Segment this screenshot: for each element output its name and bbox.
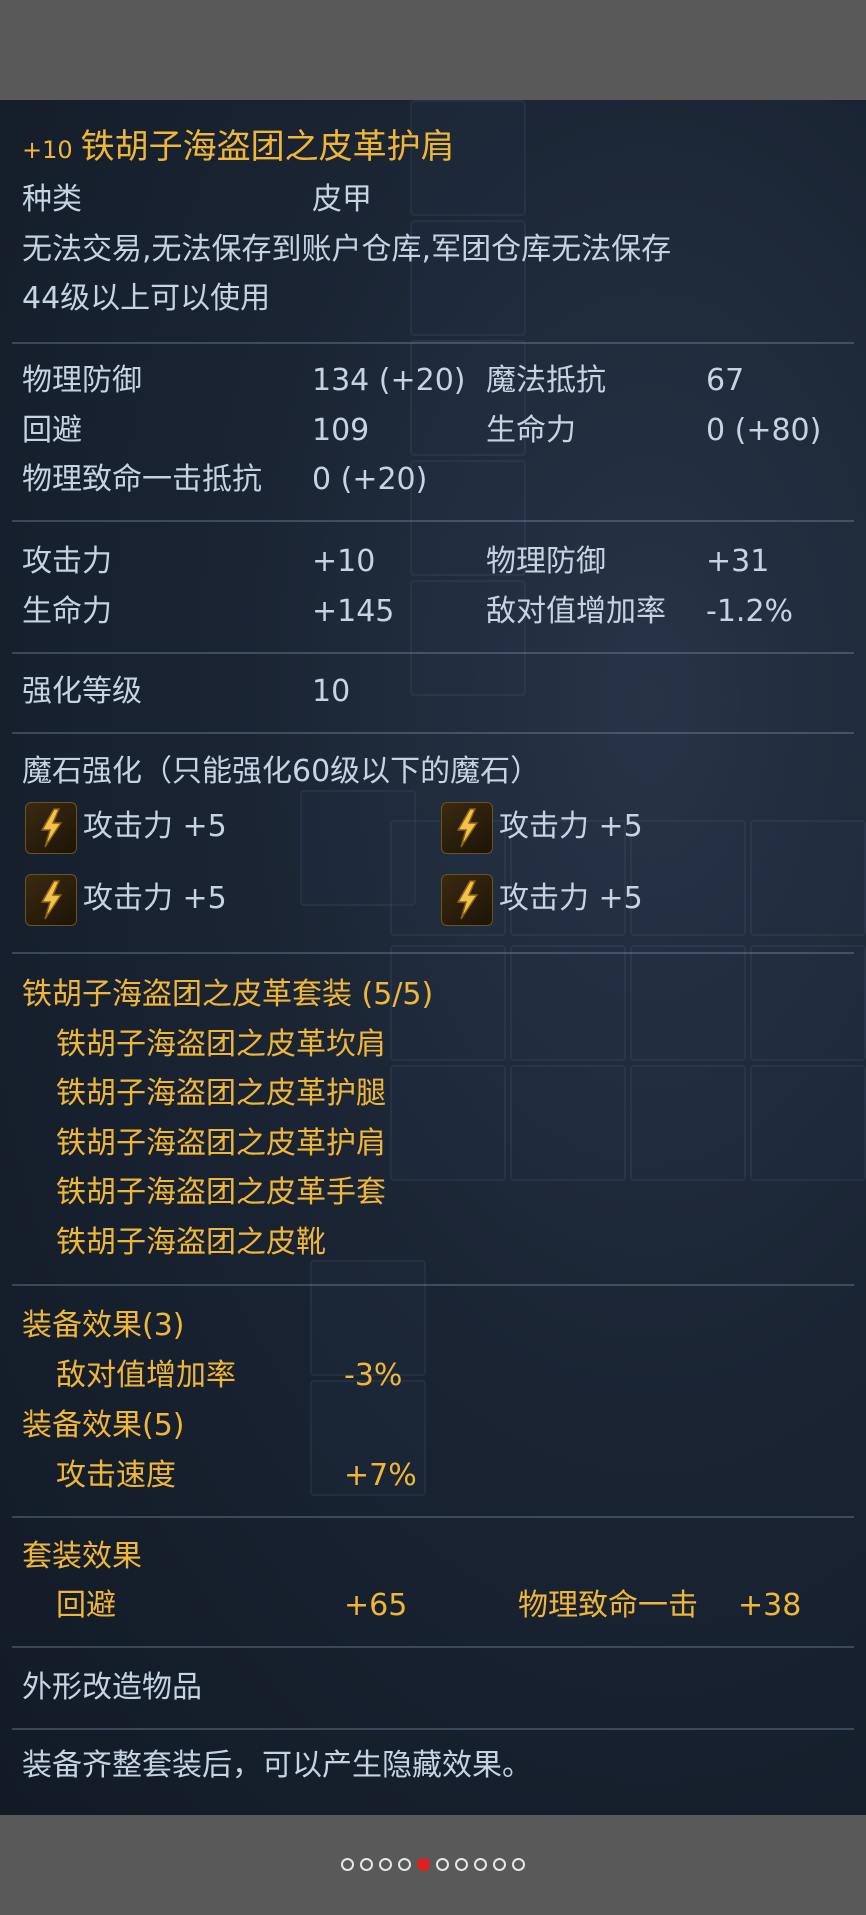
enhance-level-badge: +10	[22, 136, 73, 164]
divider	[12, 1646, 854, 1648]
bonus-label: 敌对值增加率	[486, 594, 666, 629]
background-slot	[390, 1065, 506, 1181]
page-dot[interactable]	[436, 1858, 449, 1871]
stat-value: 134 (+20)	[312, 363, 466, 398]
manastone-icon[interactable]	[441, 874, 493, 926]
set-header: 铁胡子海盗团之皮革套装 (5/5)	[22, 977, 434, 1012]
page-dot[interactable]	[512, 1858, 525, 1871]
background-slot	[750, 1065, 866, 1181]
item-title: +10 铁胡子海盗团之皮革护肩	[22, 127, 455, 170]
set-piece: 铁胡子海盗团之皮革坎肩	[56, 1027, 386, 1062]
restriction-text: 无法交易,无法保存到账户仓库,军团仓库无法保存	[22, 232, 672, 267]
set-piece: 铁胡子海盗团之皮靴	[56, 1225, 326, 1260]
set-effect-value: +38	[738, 1588, 802, 1623]
page-dot[interactable]	[360, 1858, 373, 1871]
set-effect-header: 套装效果	[22, 1539, 142, 1574]
manastone-label: 攻击力 +5	[499, 809, 643, 844]
divider	[12, 520, 854, 522]
page-dot[interactable]	[474, 1858, 487, 1871]
bonus-value: +31	[706, 544, 770, 579]
equip-effect-header: 装备效果(3)	[22, 1308, 185, 1343]
equip-effect-value: +7%	[344, 1458, 417, 1493]
set-effect-label: 物理致命一击	[518, 1588, 698, 1623]
enhance-level-label: 强化等级	[22, 674, 142, 709]
bonus-label: 攻击力	[22, 544, 112, 579]
bonus-value: +10	[312, 544, 376, 579]
divider	[12, 1516, 854, 1518]
bonus-value: +145	[312, 594, 395, 629]
stat-value: 0 (+80)	[706, 413, 822, 448]
background-slot	[630, 1065, 746, 1181]
bonus-label: 物理防御	[486, 544, 606, 579]
bonus-value: -1.2%	[706, 594, 794, 629]
divider	[12, 1284, 854, 1286]
page-dot[interactable]	[455, 1858, 468, 1871]
background-slot	[750, 945, 866, 1061]
manastone-header: 魔石强化（只能强化60级以下的魔石）	[22, 754, 541, 789]
set-effect-value: +65	[344, 1588, 408, 1623]
equip-effect-stat: 敌对值增加率	[56, 1358, 236, 1393]
set-piece: 铁胡子海盗团之皮革护腿	[56, 1076, 386, 1111]
divider	[12, 652, 854, 654]
set-piece: 铁胡子海盗团之皮革手套	[56, 1175, 386, 1210]
level-requirement: 44级以上可以使用	[22, 281, 271, 316]
page-dot[interactable]	[417, 1858, 430, 1871]
stat-value: 0 (+20)	[312, 462, 428, 497]
manastone-label: 攻击力 +5	[83, 809, 227, 844]
divider	[12, 952, 854, 954]
stat-value: 67	[706, 363, 745, 398]
page-dot[interactable]	[493, 1858, 506, 1871]
set-effect-label: 回避	[56, 1588, 116, 1623]
background-slot	[630, 945, 746, 1061]
divider	[12, 1728, 854, 1730]
background-slot	[630, 820, 746, 936]
stat-value: 109	[312, 413, 370, 448]
set-piece: 铁胡子海盗团之皮革护肩	[56, 1126, 386, 1161]
stat-label: 物理防御	[22, 363, 142, 398]
stat-label: 生命力	[486, 413, 576, 448]
equip-effect-header: 装备效果(5)	[22, 1408, 185, 1443]
page-dot[interactable]	[398, 1858, 411, 1871]
equip-effect-value: -3%	[344, 1358, 403, 1393]
appearance-text: 外形改造物品	[22, 1670, 202, 1705]
category-label: 种类	[22, 182, 82, 217]
category-value: 皮甲	[312, 182, 372, 217]
manastone-label: 攻击力 +5	[499, 881, 643, 916]
note-text: 装备齐整套装后，可以产生隐藏效果。	[22, 1748, 532, 1783]
manastone-icon[interactable]	[25, 802, 77, 854]
divider	[12, 342, 854, 344]
background-slot	[510, 1065, 626, 1181]
page-indicator	[0, 1858, 866, 1871]
background-slot	[750, 820, 866, 936]
stat-label: 回避	[22, 413, 82, 448]
manastone-icon[interactable]	[25, 874, 77, 926]
divider	[12, 732, 854, 734]
enhance-level-value: 10	[312, 674, 351, 709]
page-dot[interactable]	[379, 1858, 392, 1871]
manastone-icon[interactable]	[441, 802, 493, 854]
item-name: 铁胡子海盗团之皮革护肩	[80, 127, 455, 167]
stat-label: 物理致命一击抵抗	[22, 462, 262, 497]
bonus-label: 生命力	[22, 594, 112, 629]
equip-effect-stat: 攻击速度	[56, 1458, 176, 1493]
background-slot	[510, 945, 626, 1061]
manastone-label: 攻击力 +5	[83, 881, 227, 916]
page-dot[interactable]	[341, 1858, 354, 1871]
stat-label: 魔法抵抗	[486, 363, 606, 398]
top-bar	[0, 0, 866, 100]
